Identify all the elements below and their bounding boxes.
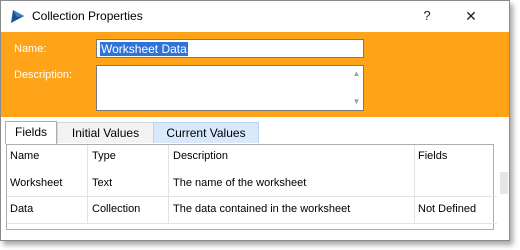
collection-properties-window: Collection Properties ? ✕ Name: Workshee…	[0, 0, 510, 241]
row-data-type[interactable]: Collection	[92, 203, 140, 215]
column-header-type[interactable]: Type	[92, 150, 116, 162]
row-worksheet-description[interactable]: The name of the worksheet	[173, 177, 306, 189]
row-worksheet-name[interactable]: Worksheet	[10, 177, 62, 189]
tab-fields[interactable]: Fields	[5, 121, 57, 144]
scroll-down-icon[interactable]: ▼	[350, 95, 363, 109]
window-title: Collection Properties	[32, 9, 143, 23]
scroll-up-icon[interactable]: ▲	[350, 67, 363, 81]
description-input[interactable]: ▲ ▼	[96, 65, 364, 111]
properties-header: Name: Worksheet Data Description: ▲ ▼	[1, 32, 509, 117]
app-logo-icon	[11, 10, 24, 23]
row-worksheet-type[interactable]: Text	[92, 177, 112, 189]
name-value: Worksheet Data	[100, 42, 188, 56]
close-icon[interactable]: ✕	[459, 6, 483, 26]
description-label: Description:	[14, 69, 73, 81]
tab-initial-values[interactable]: Initial Values	[57, 122, 154, 143]
name-label: Name:	[14, 43, 47, 55]
tab-strip: Fields Initial Values Current Values	[1, 121, 509, 144]
tab-current-values[interactable]: Current Values	[153, 122, 259, 143]
description-scrollbar[interactable]: ▲ ▼	[350, 66, 363, 110]
column-divider	[87, 145, 88, 223]
help-icon[interactable]: ?	[415, 6, 439, 26]
grid-scrollbar[interactable]	[500, 172, 508, 194]
name-input[interactable]: Worksheet Data	[96, 39, 364, 58]
row-data-description[interactable]: The data contained in the worksheet	[173, 203, 350, 215]
column-header-fields[interactable]: Fields	[418, 150, 447, 162]
row-data-fields[interactable]: Not Defined	[418, 203, 476, 215]
title-bar[interactable]: Collection Properties ? ✕	[1, 1, 509, 31]
column-header-description[interactable]: Description	[173, 150, 228, 162]
column-divider	[168, 145, 169, 223]
column-header-name[interactable]: Name	[10, 150, 39, 162]
fields-grid: Name Type Description Fields Worksheet T…	[6, 144, 497, 230]
column-divider	[414, 145, 415, 223]
row-divider	[7, 196, 497, 197]
row-divider	[7, 223, 497, 224]
row-data-name[interactable]: Data	[10, 203, 33, 215]
